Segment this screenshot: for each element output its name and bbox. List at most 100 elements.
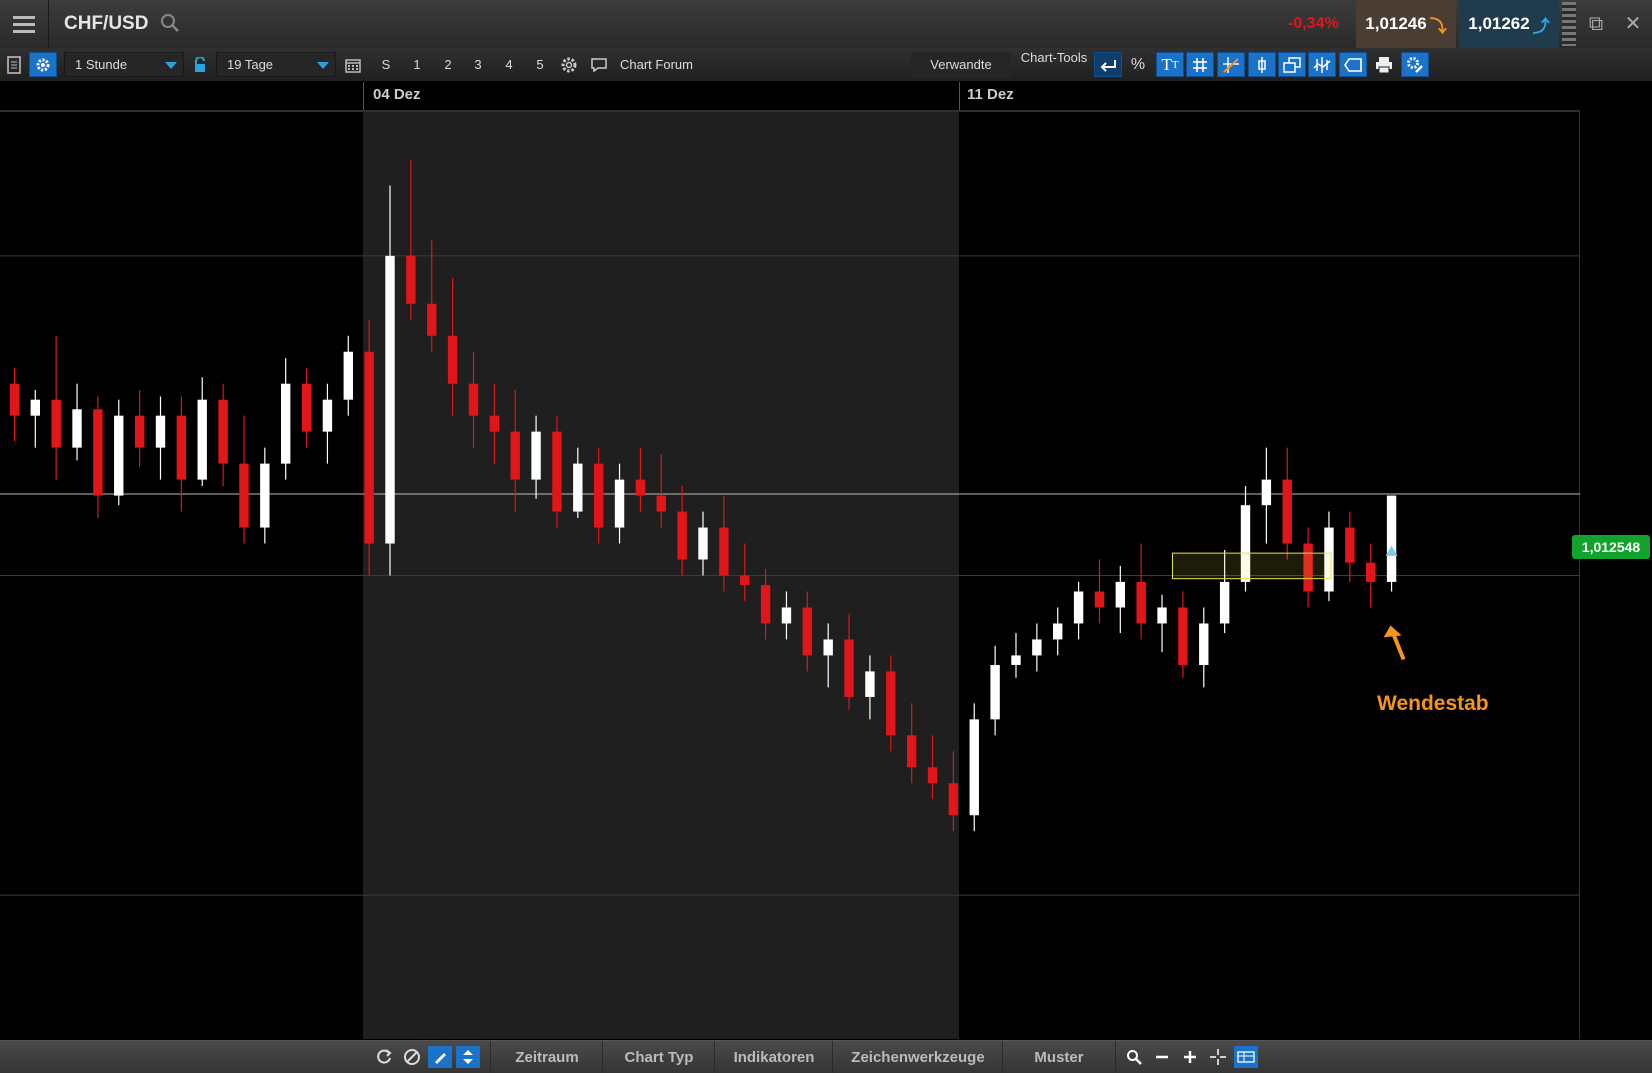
crosshair-icon[interactable]: [1206, 1046, 1230, 1068]
candle-body: [823, 639, 832, 655]
candle-body: [1283, 480, 1292, 544]
sheet-icon[interactable]: [0, 52, 28, 77]
preset-settings-gear-icon[interactable]: [555, 52, 583, 77]
candle-body: [698, 528, 707, 560]
close-icon[interactable]: ✕: [1621, 12, 1645, 36]
tab-zeitraum[interactable]: Zeitraum: [490, 1041, 603, 1073]
ask-price: 1,01262: [1468, 14, 1529, 34]
candle-body: [511, 432, 520, 480]
grid-icon[interactable]: [1186, 52, 1214, 77]
preset-button-5[interactable]: 5: [527, 52, 553, 77]
candle-body: [657, 496, 666, 512]
chevron-down-icon: [165, 62, 177, 69]
zoom-search-icon[interactable]: [1122, 1046, 1146, 1068]
calendar-icon[interactable]: [339, 52, 367, 77]
zoom-in-icon[interactable]: [1178, 1046, 1202, 1068]
speech-bubble-icon: [590, 57, 608, 73]
settings-gear-icon[interactable]: [29, 52, 57, 77]
tab-indikatoren[interactable]: Indikatoren: [714, 1041, 833, 1073]
related-button[interactable]: Verwandte: [911, 52, 1011, 77]
price-chart[interactable]: 1,020001,010001,00000: [0, 112, 1580, 1039]
interval-select[interactable]: 1 Stunde: [64, 52, 184, 77]
text-tool-icon[interactable]: TT: [1156, 52, 1184, 77]
candle-body: [719, 528, 728, 576]
refresh-icon[interactable]: [372, 1046, 396, 1068]
print-icon[interactable]: [1370, 52, 1398, 77]
candle-body: [135, 416, 144, 448]
lock-icon[interactable]: [186, 52, 214, 77]
candle-body: [385, 256, 394, 544]
candle-body: [1220, 582, 1229, 624]
draw-pen-icon[interactable]: [428, 1046, 452, 1068]
candle-body: [907, 735, 916, 767]
candle-body: [1116, 582, 1125, 608]
preset-button-4[interactable]: 4: [496, 52, 522, 77]
candle-body: [218, 400, 227, 464]
data-table-icon[interactable]: [1234, 1046, 1258, 1068]
detach-window-icon[interactable]: ⧉: [1584, 12, 1608, 36]
candle-body: [1366, 563, 1375, 582]
tab-zeichenwerkzeuge[interactable]: Zeichenwerkzeuge: [832, 1041, 1003, 1073]
candle-body: [677, 512, 686, 560]
candle-body: [615, 480, 624, 528]
bid-price-button[interactable]: 1,01246⤵: [1356, 0, 1456, 48]
candle-body: [865, 671, 874, 697]
tab-chart-typ[interactable]: Chart Typ: [602, 1041, 715, 1073]
candle-body: [490, 416, 499, 432]
hamburger-menu-icon[interactable]: [0, 0, 49, 48]
candle-body: [177, 416, 186, 480]
down-arrow-icon: ⤵: [1430, 12, 1447, 37]
preset-button-3[interactable]: 3: [465, 52, 491, 77]
candle-body: [1011, 655, 1020, 665]
ask-price-button[interactable]: 1,01262⤴: [1459, 0, 1559, 48]
candle-body: [844, 639, 853, 697]
resistance-zone[interactable]: [1172, 553, 1331, 579]
candle-body: [531, 432, 540, 480]
candle-body: [1262, 480, 1271, 506]
scroll-vertical-icon[interactable]: [456, 1046, 480, 1068]
indicator-chart-icon[interactable]: [1308, 52, 1336, 77]
candle-body: [949, 783, 958, 815]
interval-value: 1 Stunde: [75, 57, 127, 72]
zoom-out-icon[interactable]: [1150, 1046, 1174, 1068]
candle-body: [72, 409, 81, 447]
candle-body: [552, 432, 561, 512]
instrument-symbol[interactable]: CHF/USD: [64, 13, 148, 35]
candle-body: [761, 585, 770, 623]
up-arrow-icon: ⤴: [1533, 12, 1550, 37]
chart-forum-button[interactable]: Chart Forum: [590, 52, 700, 77]
annotation-label[interactable]: Wendestab: [1377, 692, 1489, 716]
candle-body: [10, 384, 19, 416]
candle-body: [594, 464, 603, 528]
preset-button-2[interactable]: 2: [435, 52, 461, 77]
candle-body: [198, 400, 207, 480]
candle-body: [886, 671, 895, 735]
range-select[interactable]: 19 Tage: [216, 52, 336, 77]
candle-icon[interactable]: [1248, 52, 1276, 77]
preset-button-1[interactable]: 1: [404, 52, 430, 77]
candle-body: [1157, 607, 1166, 623]
tool-settings-icon[interactable]: [1401, 52, 1429, 77]
clear-icon[interactable]: [400, 1046, 424, 1068]
compare-windows-icon[interactable]: [1278, 52, 1306, 77]
candle-body: [1199, 623, 1208, 665]
range-value: 19 Tage: [227, 57, 273, 72]
back-arrow-icon[interactable]: [1094, 52, 1122, 77]
candle-body: [928, 767, 937, 783]
candle-body: [1178, 607, 1187, 665]
candle-body: [93, 409, 102, 495]
percent-button[interactable]: %: [1124, 52, 1152, 77]
label-tag-icon[interactable]: [1339, 52, 1367, 77]
candle-body: [469, 384, 478, 416]
candle-body: [970, 719, 979, 815]
date-label-04-dez: 04 Dez: [373, 86, 421, 103]
crosshair-trend-icon[interactable]: [1217, 52, 1245, 77]
candle-body: [239, 464, 248, 528]
candle-body: [1074, 591, 1083, 623]
search-icon[interactable]: [160, 13, 180, 33]
drag-handle[interactable]: [1562, 2, 1576, 46]
candle-body: [323, 400, 332, 432]
preset-button-s[interactable]: S: [373, 52, 399, 77]
tab-muster[interactable]: Muster: [1002, 1041, 1116, 1073]
candle-body: [260, 464, 269, 528]
